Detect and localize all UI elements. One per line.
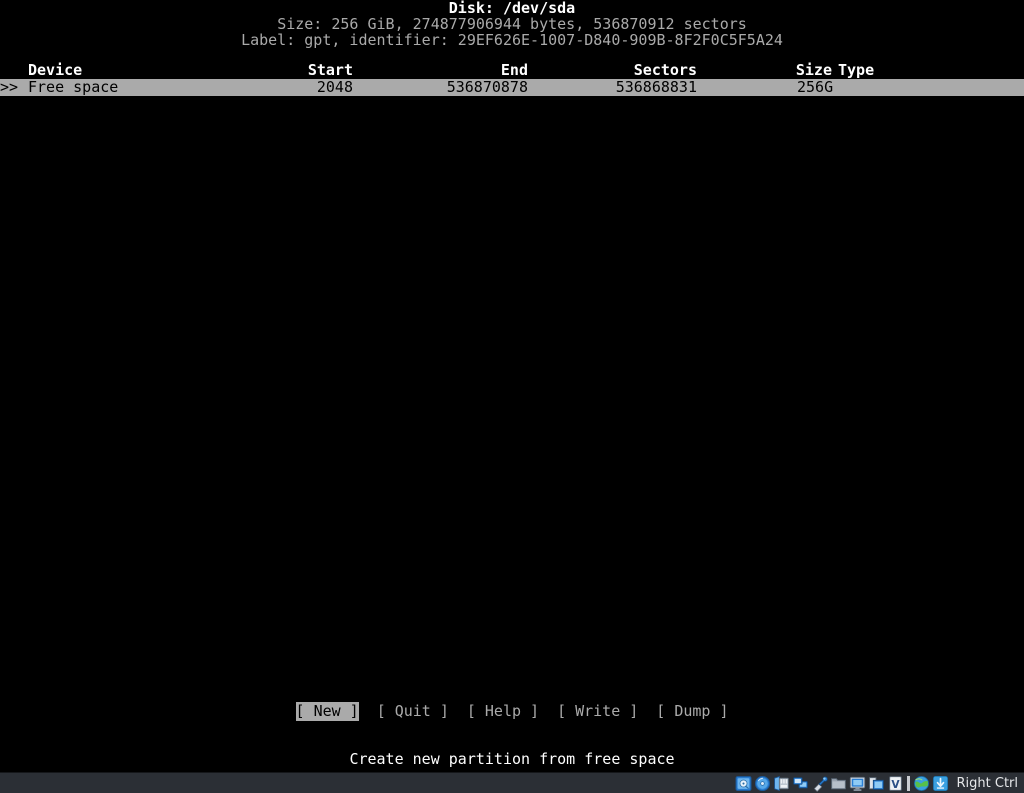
menu-help-bracket-close: ] bbox=[530, 702, 540, 720]
menu-button-help[interactable]: [ Help] bbox=[467, 702, 539, 721]
menu-help-bracket-open: [ bbox=[466, 702, 476, 720]
host-key-icon[interactable] bbox=[932, 775, 949, 792]
menu-bar: [ New] [ Quit] [ Help] [ Write] [ Dump] bbox=[0, 702, 1024, 721]
menu-new-bracket-open: [ bbox=[295, 702, 305, 720]
menu-new-bracket-close: ] bbox=[349, 702, 359, 720]
header-marker-spacer bbox=[0, 62, 28, 79]
menu-dump-label: Dump bbox=[674, 702, 711, 720]
menu-button-write[interactable]: [ Write] bbox=[557, 702, 638, 721]
menu-quit-label: Quit bbox=[394, 702, 431, 720]
menu-write-bracket-close: ] bbox=[629, 702, 639, 720]
menu-button-quit[interactable]: [ Quit] bbox=[377, 702, 449, 721]
table-header-row: Device Start End Sectors Size Type bbox=[0, 62, 1024, 79]
column-header-device: Device bbox=[28, 61, 83, 79]
terminal-screen[interactable]: Disk: /dev/sda Size: 256 GiB, 2748779069… bbox=[0, 0, 1024, 772]
disk-label-line: Label: gpt, identifier: 29EF626E-1007-D8… bbox=[241, 31, 783, 49]
column-header-sectors: Sectors bbox=[633, 61, 697, 79]
menu-button-new[interactable]: [ New] bbox=[295, 702, 359, 721]
column-header-end: End bbox=[500, 61, 528, 79]
menu-button-dump[interactable]: [ Dump] bbox=[656, 702, 728, 721]
cell-size: 256G bbox=[797, 78, 834, 96]
shared-folder-icon[interactable] bbox=[830, 775, 847, 792]
statusbar-separator bbox=[906, 775, 910, 791]
host-key-label: Right Ctrl bbox=[956, 775, 1019, 791]
cell-device: Free space bbox=[28, 78, 119, 96]
disk-size-line: Size: 256 GiB, 274877906944 bytes, 53687… bbox=[277, 15, 747, 33]
disk-title-line: Disk: /dev/sda bbox=[448, 0, 576, 17]
usb-icon[interactable] bbox=[811, 775, 828, 792]
column-header-start: Start bbox=[307, 61, 353, 79]
svg-text:V: V bbox=[891, 777, 900, 790]
menu-write-bracket-open: [ bbox=[557, 702, 567, 720]
menu-quit-bracket-close: ] bbox=[439, 702, 449, 720]
status-hint-line: Create new partition from free space bbox=[349, 750, 675, 768]
recording-icon[interactable]: V bbox=[887, 775, 904, 792]
network-icon[interactable] bbox=[792, 775, 809, 792]
row-selection-marker: >> bbox=[0, 78, 19, 96]
column-header-type: Type bbox=[838, 61, 875, 79]
hard-disk-icon[interactable] bbox=[735, 775, 752, 792]
menu-dump-bracket-close: ] bbox=[719, 702, 729, 720]
menu-help-label: Help bbox=[484, 702, 522, 720]
cell-end: 536870878 bbox=[446, 78, 528, 96]
cell-type bbox=[838, 79, 998, 96]
vbox-status-bar: V Right Ctrl bbox=[0, 772, 1024, 793]
cell-sectors: 536868831 bbox=[615, 78, 697, 96]
table-row[interactable]: >> Free space 2048 536870878 536868831 2… bbox=[0, 79, 1024, 96]
drag-and-drop-icon[interactable] bbox=[868, 775, 885, 792]
display-icon[interactable] bbox=[849, 775, 866, 792]
optical-disk-icon[interactable] bbox=[754, 775, 771, 792]
menu-new-label: New bbox=[313, 702, 341, 720]
column-header-size: Size bbox=[795, 61, 832, 79]
floppy-disk-icon[interactable] bbox=[773, 775, 790, 792]
partition-table: Device Start End Sectors Size Type >> Fr… bbox=[0, 62, 1024, 96]
menu-quit-bracket-open: [ bbox=[376, 702, 386, 720]
guest-additions-icon[interactable] bbox=[913, 775, 930, 792]
menu-dump-bracket-open: [ bbox=[656, 702, 666, 720]
menu-write-label: Write bbox=[575, 702, 621, 720]
cell-start: 2048 bbox=[316, 78, 353, 96]
